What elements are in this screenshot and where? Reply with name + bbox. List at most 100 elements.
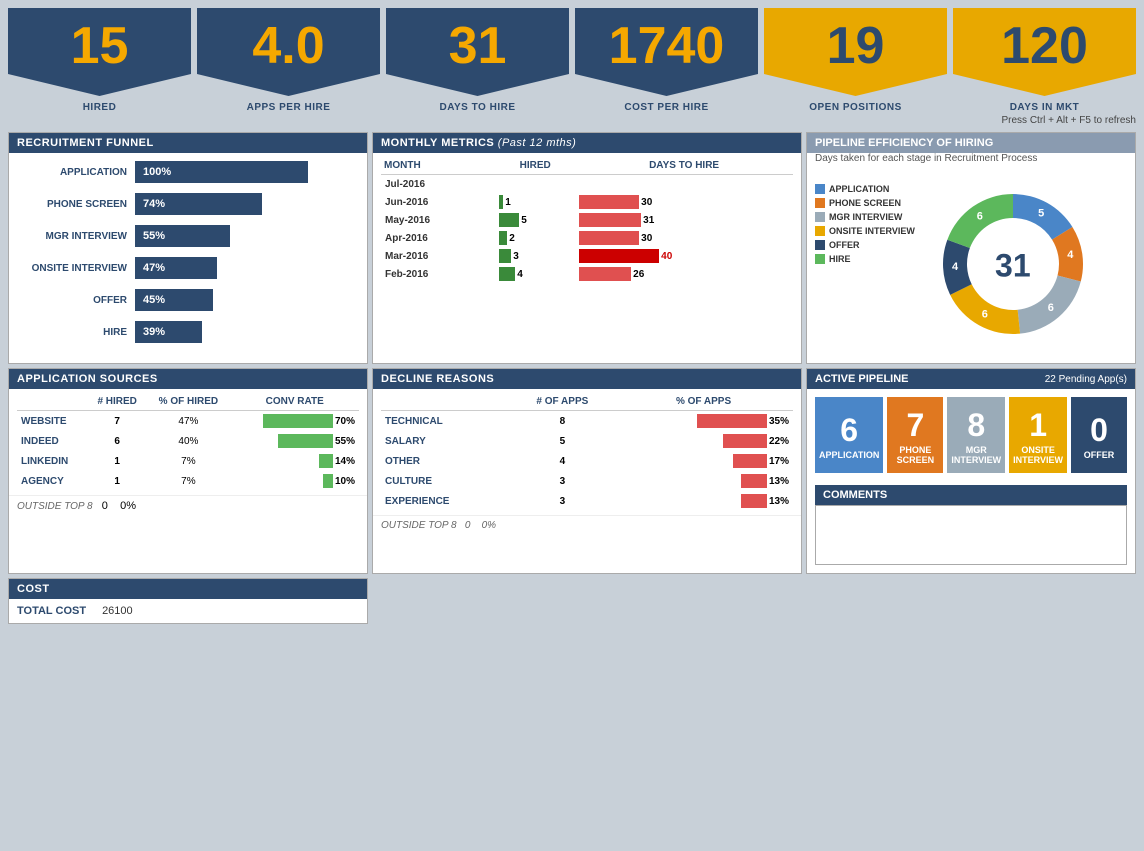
pipeline-header: PIPELINE EFFICIENCY OF HIRING — [807, 133, 1135, 153]
source-name: LINKEDIN — [17, 451, 88, 471]
legend-dot — [815, 240, 825, 250]
sources-col-2: % OF HIRED — [146, 393, 230, 411]
legend-dot — [815, 198, 825, 208]
decline-apps: 3 — [511, 491, 615, 511]
sources-footer-label: OUTSIDE TOP 8 — [17, 501, 93, 512]
pipeline-card-num: 0 — [1090, 414, 1108, 446]
kpi-label: DAYS TO HIRE — [439, 102, 515, 113]
decline-col-0 — [381, 393, 511, 411]
decline-header: DECLINE REASONS — [373, 369, 801, 389]
comments-header: COMMENTS — [815, 485, 1127, 505]
funnel-header: RECRUITMENT FUNNEL — [9, 133, 367, 153]
legend-item: HIRE — [815, 254, 915, 264]
funnel-bar-container: 100% — [135, 161, 351, 183]
kpi-badge: 120 — [953, 8, 1136, 96]
legend-item: MGR INTERVIEW — [815, 212, 915, 222]
monthly-hired: 5 — [495, 211, 575, 229]
sources-col-0 — [17, 393, 88, 411]
sources-row: LINKEDIN 1 7% 14% — [17, 451, 359, 471]
monthly-body: MONTHHIREDDAYS TO HIRE Jul-2016 Jun-2016… — [373, 153, 801, 287]
source-conv: 14% — [230, 451, 359, 471]
funnel-row-label: ONSITE INTERVIEW — [25, 263, 135, 274]
legend-label: APPLICATION — [829, 184, 889, 194]
kpi-label: COST PER HIRE — [624, 102, 708, 113]
kpi-value: 19 — [827, 20, 885, 72]
kpi-value: 1740 — [609, 20, 725, 72]
source-conv: 10% — [230, 471, 359, 491]
decline-pct: 22% — [614, 431, 793, 451]
decline-panel: DECLINE REASONS # OF APPS% OF APPS TECHN… — [372, 368, 802, 574]
kpi-card-cost-per-hire: 1740 COST PER HIRE — [575, 8, 758, 113]
decline-apps: 5 — [511, 431, 615, 451]
pipeline-card-label: MGR INTERVIEW — [951, 445, 1001, 465]
source-name: INDEED — [17, 431, 88, 451]
funnel-row: ONSITE INTERVIEW 47% — [25, 257, 351, 279]
source-hired: 7 — [88, 411, 146, 432]
source-hired: 6 — [88, 431, 146, 451]
legend-dot — [815, 254, 825, 264]
monthly-row: May-2016 5 31 — [381, 211, 793, 229]
kpi-card-apps-per-hire: 4.0APPS PER HIRE — [197, 8, 380, 113]
kpi-label: OPEN POSITIONS — [809, 102, 902, 113]
sources-row: WEBSITE 7 47% 70% — [17, 411, 359, 432]
funnel-row: PHONE SCREEN 74% — [25, 193, 351, 215]
monthly-col-0: MONTH — [381, 157, 495, 175]
decline-row: OTHER 4 17% — [381, 451, 793, 471]
sources-body: # HIRED% OF HIREDCONV RATE WEBSITE 7 47%… — [9, 389, 367, 495]
donut-center-value: 31 — [995, 247, 1031, 284]
decline-apps: 4 — [511, 451, 615, 471]
active-header: ACTIVE PIPELINE 22 Pending App(s) — [807, 369, 1135, 389]
funnel-bar-container: 39% — [135, 321, 351, 343]
cost-label: TOTAL COST — [17, 605, 86, 617]
active-pending: 22 Pending App(s) — [1045, 374, 1127, 385]
legend-label: MGR INTERVIEW — [829, 212, 902, 222]
active-panel: ACTIVE PIPELINE 22 Pending App(s) 6 APPL… — [806, 368, 1136, 574]
cost-panel: COST TOTAL COST 26100 — [8, 578, 368, 624]
decline-reason: OTHER — [381, 451, 511, 471]
legend-label: HIRE — [829, 254, 851, 264]
kpi-value: 31 — [449, 20, 507, 72]
sources-col-1: # HIRED — [88, 393, 146, 411]
source-pct-hired: 7% — [146, 471, 230, 491]
decline-bar — [723, 434, 767, 448]
funnel-row-label: APPLICATION — [25, 167, 135, 178]
cost-value: 26100 — [102, 605, 133, 617]
kpi-value: 4.0 — [252, 20, 324, 72]
donut-label: 6 — [982, 309, 988, 321]
monthly-row: Mar-2016 3 40 — [381, 247, 793, 265]
monthly-month: Feb-2016 — [381, 265, 495, 283]
funnel-bar-container: 47% — [135, 257, 351, 279]
monthly-dth: 26 — [575, 265, 793, 283]
monthly-row: Apr-2016 2 30 — [381, 229, 793, 247]
legend-item: OFFER — [815, 240, 915, 250]
donut-label: 4 — [1067, 249, 1074, 261]
pipeline-card-label: APPLICATION — [819, 450, 879, 460]
sources-header: APPLICATION SOURCES — [9, 369, 367, 389]
hired-bar — [499, 249, 511, 263]
monthly-dth: 30 — [575, 193, 793, 211]
kpi-badge: 15 — [8, 8, 191, 96]
refresh-bar: Press Ctrl + Alt + F5 to refresh — [0, 113, 1144, 128]
funnel-panel: RECRUITMENT FUNNEL APPLICATION 100% PHON… — [8, 132, 368, 364]
legend-label: OFFER — [829, 240, 860, 250]
legend-dot — [815, 226, 825, 236]
decline-footer-label: OUTSIDE TOP 8 — [381, 520, 457, 531]
kpi-label: DAYS IN MKT — [1010, 102, 1080, 113]
legend-dot — [815, 184, 825, 194]
monthly-hired: 2 — [495, 229, 575, 247]
pipeline-cards: 6 APPLICATION 7 PHONE SCREEN 8 MGR INTER… — [807, 389, 1135, 481]
decline-body: # OF APPS% OF APPS TECHNICAL 8 35% SALAR… — [373, 389, 801, 515]
conv-bar — [319, 454, 333, 468]
comments-body — [815, 505, 1127, 565]
monthly-dth — [575, 175, 793, 194]
source-hired: 1 — [88, 471, 146, 491]
decline-footer: OUTSIDE TOP 8 0 0% — [373, 515, 801, 533]
funnel-bar: 100% — [135, 161, 308, 183]
dth-bar — [579, 213, 641, 227]
source-conv: 55% — [230, 431, 359, 451]
kpi-badge: 31 — [386, 8, 569, 96]
monthly-dth: 30 — [575, 229, 793, 247]
conv-bar — [278, 434, 333, 448]
decline-bar — [741, 474, 767, 488]
top-banner: 15HIRED4.0APPS PER HIRE31DAYS TO HIRE174… — [0, 0, 1144, 113]
